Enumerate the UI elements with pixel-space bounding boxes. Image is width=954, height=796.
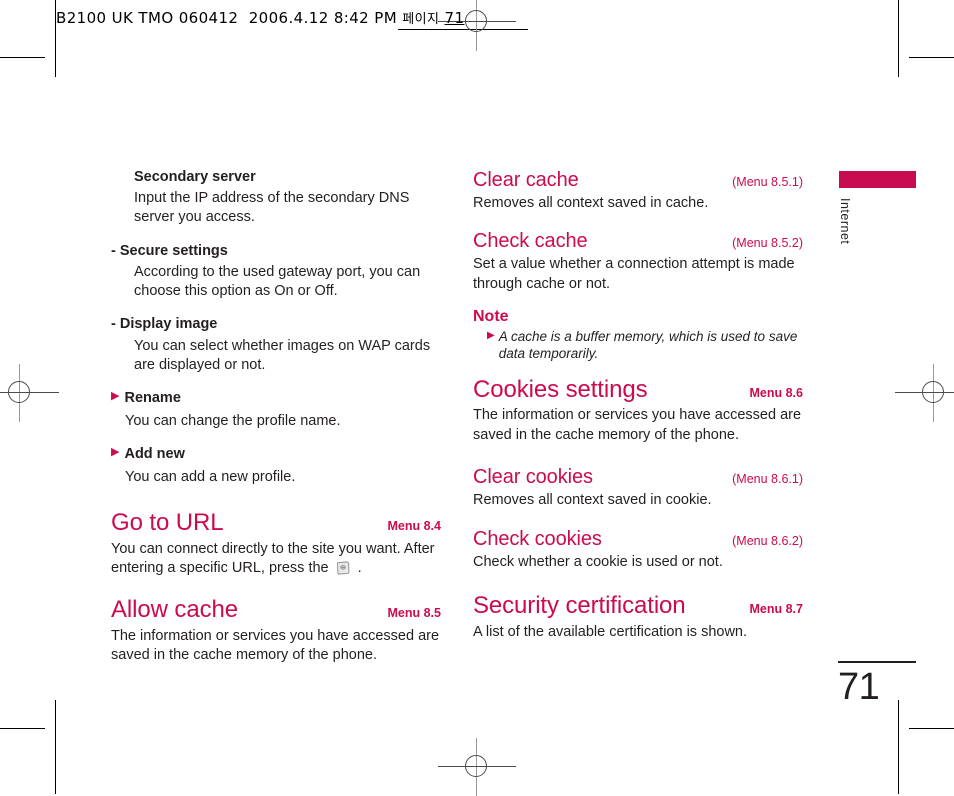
bullet-rename: ▶ Rename — [111, 389, 441, 408]
note-heading: Note — [473, 307, 509, 325]
slug-korean-page-word: 페이지 — [402, 12, 440, 27]
crop-mark-bottom-left-horizontal — [0, 728, 45, 729]
menu-tag-clear-cache: (Menu 8.5.1) — [732, 175, 803, 189]
section-header-clear-cookies: Clear cookies (Menu 8.6.1) — [473, 465, 803, 489]
folio-rule — [838, 661, 916, 663]
triangle-bullet-icon: ▶ — [111, 390, 120, 403]
registration-target-bottom — [438, 738, 516, 796]
section-header-check-cache: Check cache (Menu 8.5.2) — [473, 229, 803, 253]
crop-mark-bottom-right-horizontal — [909, 728, 954, 729]
print-slug-line: B2100 UK TMO 060412 2006.4.12 8:42 PM 페이… — [56, 8, 464, 27]
registration-target-top — [438, 0, 516, 51]
section-title-check-cookies: Check cookies — [473, 528, 602, 551]
chapter-tab-label: Internet — [838, 198, 852, 245]
chapter-tab-marker — [839, 171, 916, 188]
menu-tag-security-certification: Menu 8.7 — [749, 602, 804, 617]
subheading-secure-settings: - Secure settings — [111, 242, 228, 259]
body-clear-cache: Removes all context saved in cache. — [473, 195, 709, 211]
body-add-new: You can add a new profile. — [125, 469, 296, 486]
section-title-allow-cache: Allow cache — [111, 596, 238, 624]
section-header-security-certification: Security certification Menu 8.7 — [473, 592, 803, 620]
menu-tag-check-cache: (Menu 8.5.2) — [732, 236, 803, 251]
body-go-to-url: You can connect directly to the site you… — [111, 540, 441, 579]
section-title-clear-cache: Clear cache — [473, 169, 579, 191]
slug-date: 2006.4.12 — [248, 9, 329, 27]
page-number: 71 — [838, 666, 880, 708]
phone-confirm-key-icon — [336, 561, 351, 575]
section-title-go-to-url: Go to URL — [111, 509, 224, 537]
subheading-secondary-server: Secondary server — [134, 169, 256, 185]
menu-tag-clear-cookies: (Menu 8.6.1) — [732, 471, 803, 486]
section-header-check-cookies: Check cookies (Menu 8.6.2) — [473, 527, 803, 551]
crop-mark-bottom-right-vertical — [898, 700, 899, 794]
body-security-certification: A list of the available certification is… — [473, 623, 748, 640]
note-item-text: A cache is a buffer memory, which is use… — [498, 328, 798, 362]
crop-mark-top-right-horizontal — [909, 57, 954, 58]
note-item: ▶ A cache is a buffer memory, which is u… — [487, 328, 803, 363]
bullet-rename-label: Rename — [124, 390, 181, 407]
slug-time: 8:42 PM — [333, 9, 398, 27]
section-title-check-cache: Check cache — [473, 230, 588, 253]
section-title-clear-cookies: Clear cookies — [473, 465, 593, 488]
body-check-cookies: Check whether a cookie is used or not. — [473, 554, 723, 571]
body-cookies-settings: The information or services you have acc… — [473, 407, 802, 443]
registration-target-right — [895, 364, 954, 422]
section-header-allow-cache: Allow cache Menu 8.5 — [111, 596, 441, 624]
menu-tag-allow-cache: Menu 8.5 — [387, 606, 442, 621]
bullet-add-new-label: Add new — [124, 446, 185, 463]
menu-tag-go-to-url: Menu 8.4 — [387, 519, 442, 534]
bullet-add-new: ▶ Add new — [111, 445, 441, 464]
triangle-bullet-icon: ▶ — [111, 446, 120, 459]
section-header-clear-cache: Clear cache (Menu 8.5.1) — [473, 168, 803, 192]
body-secondary-server: Input the IP address of the secondary DN… — [134, 190, 410, 226]
registration-target-left — [0, 364, 59, 422]
menu-tag-cookies-settings: Menu 8.6 — [749, 385, 804, 400]
body-allow-cache: The information or services you have acc… — [111, 627, 440, 663]
section-header-cookies-settings: Cookies settings Menu 8.6 — [473, 376, 803, 404]
body-secure-settings: According to the used gateway port, you … — [134, 263, 421, 300]
body-go-to-url-part1: You can connect directly to the site you… — [111, 540, 435, 576]
crop-mark-top-left-horizontal — [0, 57, 45, 58]
slug-page-number: 71 — [444, 9, 465, 27]
body-clear-cookies: Removes all context saved in cookie. — [473, 491, 712, 508]
crop-mark-bottom-left-vertical — [55, 700, 56, 794]
body-display-image: You can select whether images on WAP car… — [134, 337, 431, 373]
menu-tag-check-cookies: (Menu 8.6.2) — [732, 534, 803, 549]
triangle-bullet-icon: ▶ — [487, 329, 495, 341]
body-rename: You can change the profile name. — [125, 412, 341, 429]
left-column: Secondary server Input the IP address of… — [111, 168, 441, 679]
section-title-cookies-settings: Cookies settings — [473, 375, 648, 403]
section-header-go-to-url: Go to URL Menu 8.4 — [111, 509, 441, 537]
body-go-to-url-part2: . — [357, 559, 362, 576]
right-column: Clear cache (Menu 8.5.1) Removes all con… — [473, 168, 803, 656]
section-title-security-certification: Security certification — [473, 592, 686, 620]
slug-code: B2100 UK TMO 060412 — [56, 9, 239, 27]
crop-mark-top-right-vertical — [898, 0, 899, 77]
subheading-display-image: - Display image — [111, 316, 218, 333]
body-check-cache: Set a value whether a connection attempt… — [473, 256, 795, 292]
